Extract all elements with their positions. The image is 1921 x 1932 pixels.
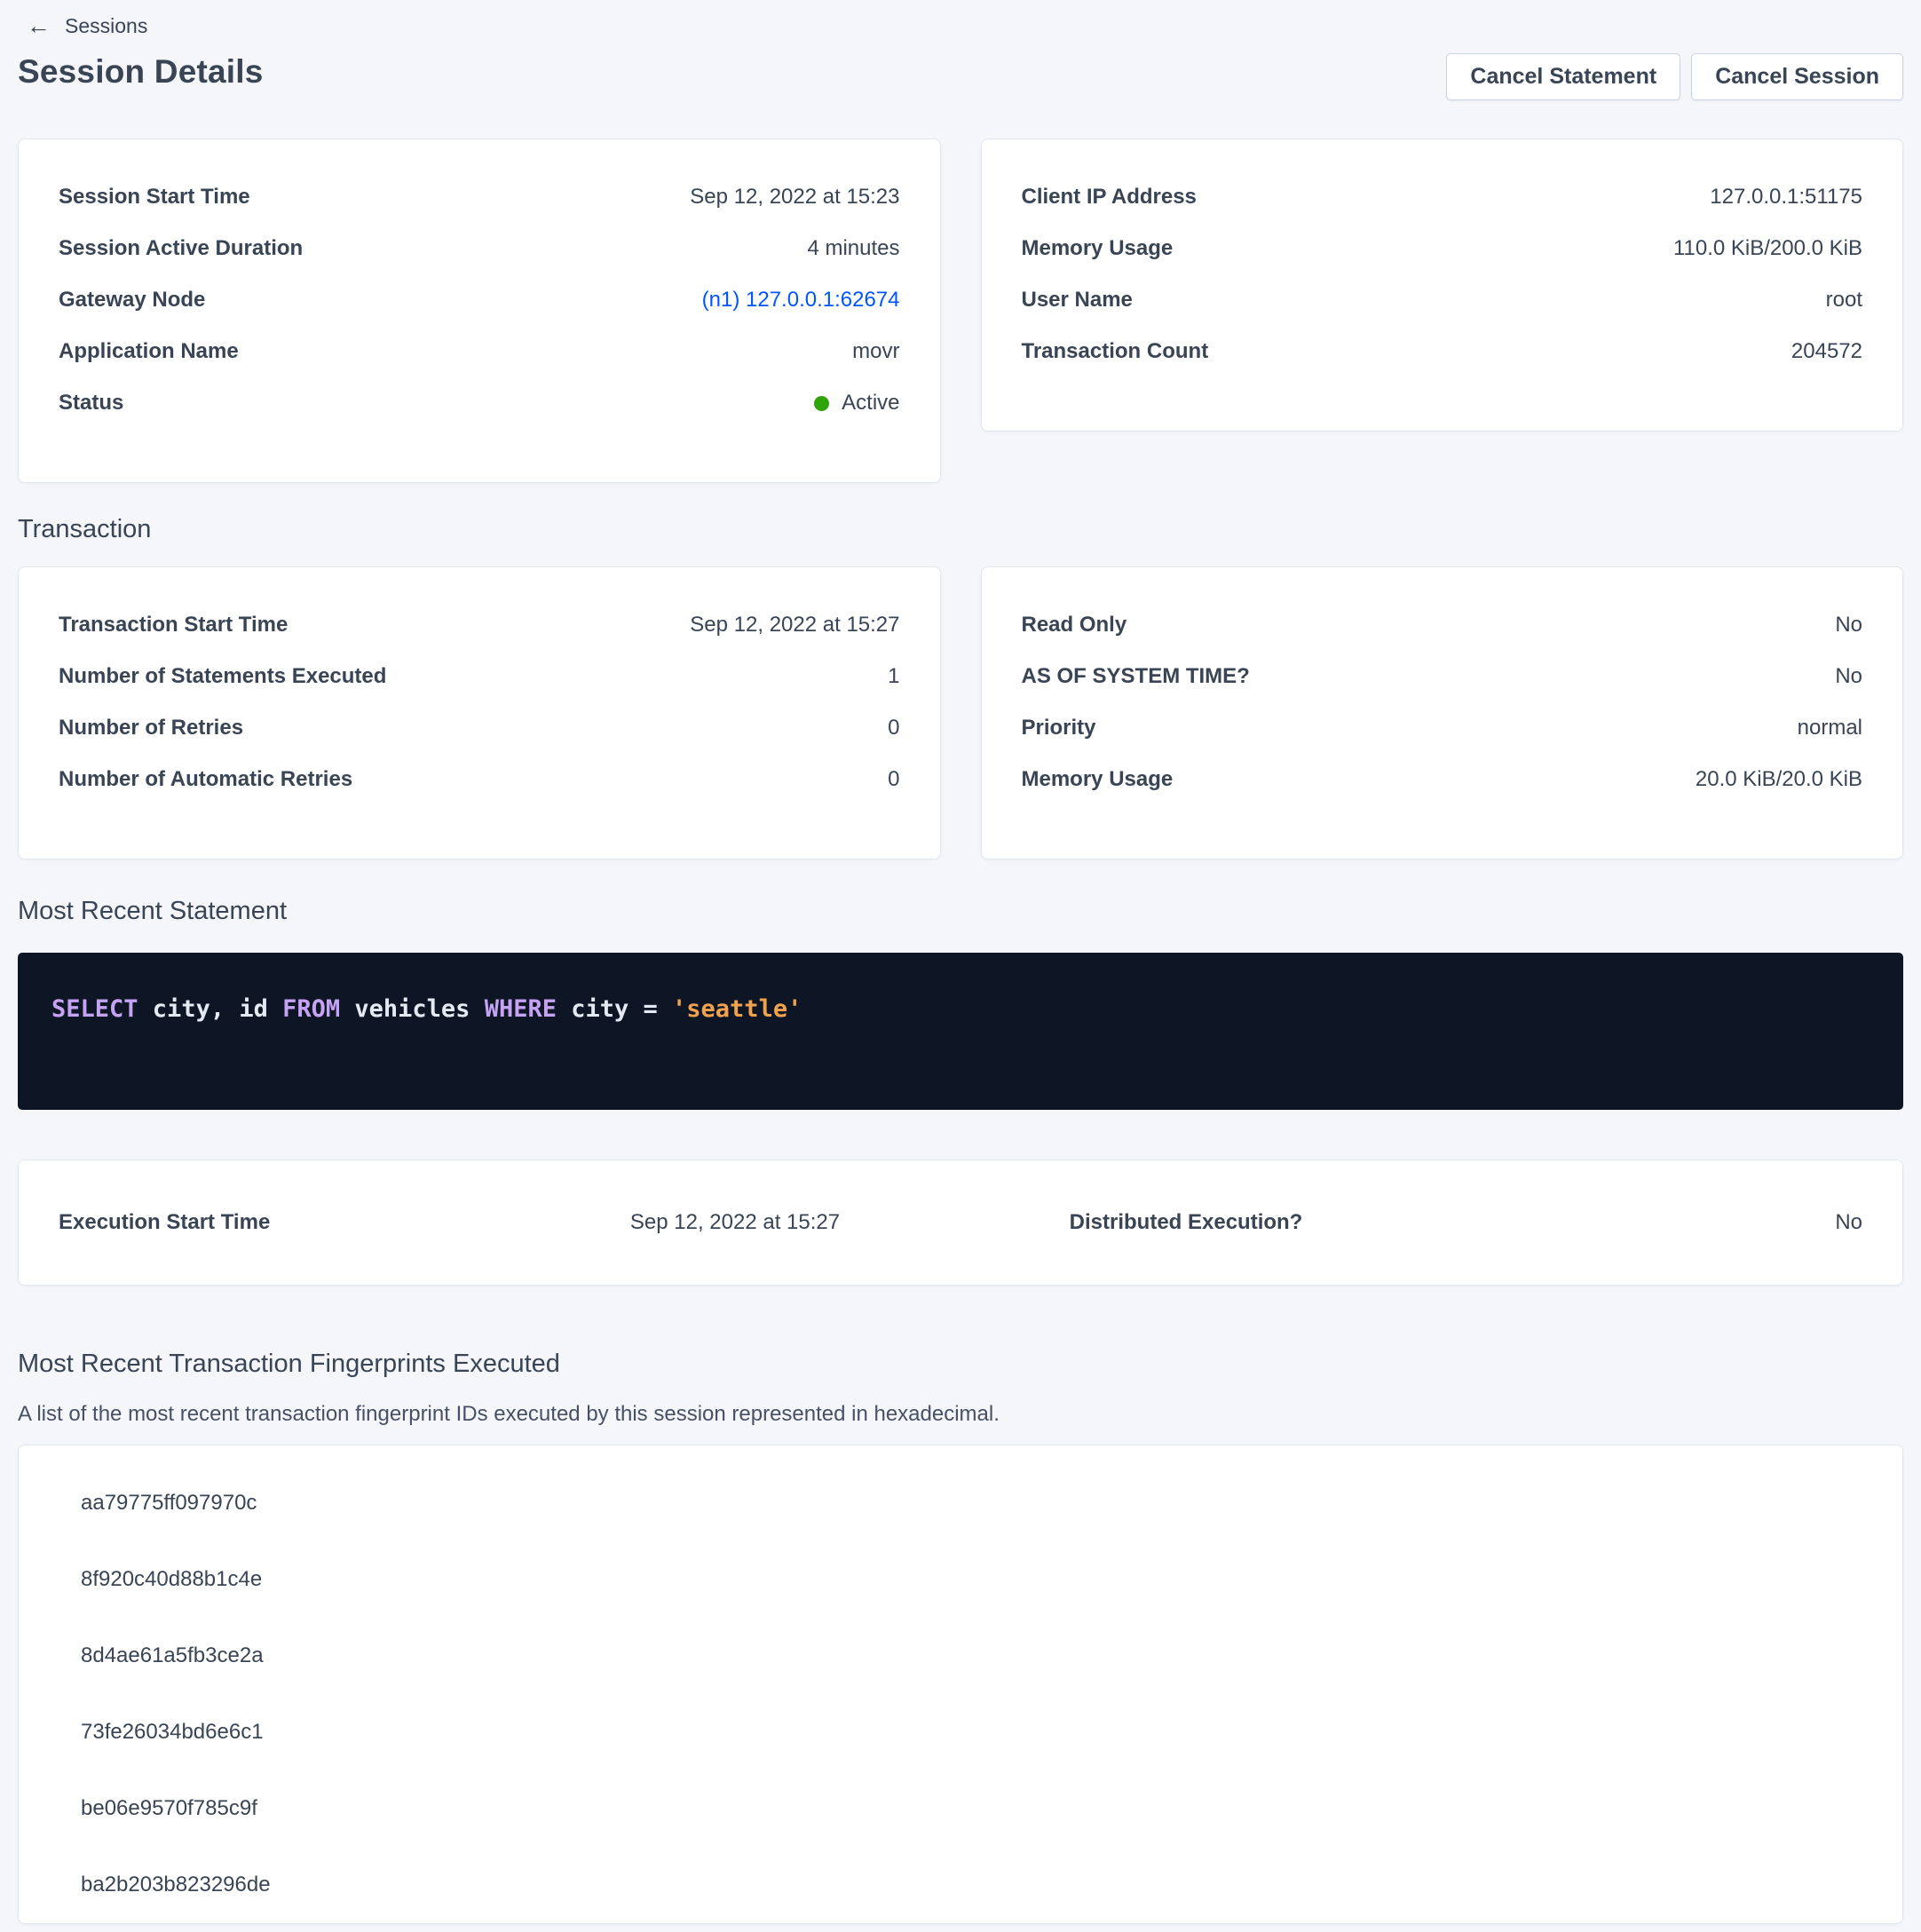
row-label: Status bbox=[59, 391, 123, 416]
summary-row-application-name: Application Name movr bbox=[59, 326, 900, 377]
summary-row-transaction-start-time: Transaction Start Time Sep 12, 2022 at 1… bbox=[59, 599, 900, 651]
most-recent-statement-heading: Most Recent Statement bbox=[18, 897, 1903, 926]
fingerprint-item: 8d4ae61a5fb3ce2a bbox=[59, 1618, 1862, 1694]
sql-string-literal: 'seattle' bbox=[672, 995, 802, 1023]
row-label: Application Name bbox=[59, 339, 239, 364]
fingerprint-item: ba2b203b823296de bbox=[59, 1847, 1862, 1923]
fingerprint-item: 73fe26034bd6e6c1 bbox=[59, 1694, 1862, 1770]
row-label: User Name bbox=[1022, 288, 1133, 313]
summary-row-memory-usage: Memory Usage 110.0 KiB/200.0 KiB bbox=[1022, 223, 1863, 274]
session-summary-section: Session Start Time Sep 12, 2022 at 15:23… bbox=[18, 139, 1903, 483]
row-value: 4 minutes bbox=[807, 236, 899, 261]
row-value: 1 bbox=[888, 664, 899, 689]
row-label: AS OF SYSTEM TIME? bbox=[1022, 664, 1250, 689]
header-actions: Cancel Statement Cancel Session bbox=[1446, 53, 1903, 100]
transaction-card-right: Read Only No AS OF SYSTEM TIME? No Prior… bbox=[981, 566, 1904, 859]
row-label: Gateway Node bbox=[59, 288, 205, 313]
row-value: normal bbox=[1798, 716, 1862, 740]
row-value: Sep 12, 2022 at 15:23 bbox=[690, 185, 899, 210]
transaction-card-left: Transaction Start Time Sep 12, 2022 at 1… bbox=[18, 566, 941, 859]
row-label: Read Only bbox=[1022, 613, 1127, 637]
cancel-session-button[interactable]: Cancel Session bbox=[1691, 53, 1903, 100]
row-value: Sep 12, 2022 at 15:27 bbox=[690, 613, 899, 637]
summary-row-session-active-duration: Session Active Duration 4 minutes bbox=[59, 223, 900, 274]
row-value: movr bbox=[852, 339, 899, 364]
row-value: 127.0.0.1:51175 bbox=[1710, 185, 1862, 210]
summary-row-user-name: User Name root bbox=[1022, 274, 1863, 326]
row-value: 204572 bbox=[1791, 339, 1862, 364]
status-value: Active bbox=[842, 391, 899, 416]
summary-row-read-only: Read Only No bbox=[1022, 599, 1863, 651]
row-label: Memory Usage bbox=[1022, 236, 1174, 261]
row-value: No bbox=[1835, 664, 1862, 689]
gateway-node-link[interactable]: (n1) 127.0.0.1:62674 bbox=[702, 288, 900, 313]
fingerprints-card: aa79775ff097970c 8f920c40d88b1c4e 8d4ae6… bbox=[18, 1445, 1903, 1924]
execution-summary-card: Execution Start Time Sep 12, 2022 at 15:… bbox=[18, 1160, 1903, 1286]
summary-row-status: Status Active bbox=[59, 377, 900, 429]
sql-keyword: SELECT bbox=[51, 995, 138, 1023]
status-active-dot-icon bbox=[814, 396, 829, 411]
sql-statement-box: SELECT city, id FROM vehicles WHERE city… bbox=[18, 953, 1903, 1110]
transaction-section-heading: Transaction bbox=[18, 515, 1903, 544]
fingerprint-item: be06e9570f785c9f bbox=[59, 1770, 1862, 1847]
row-value: 0 bbox=[888, 767, 899, 792]
summary-row-transaction-count: Transaction Count 204572 bbox=[1022, 326, 1863, 377]
row-label: Transaction Count bbox=[1022, 339, 1209, 364]
row-value: root bbox=[1826, 288, 1862, 313]
row-value: No bbox=[1835, 613, 1862, 637]
fingerprint-item: 8f920c40d88b1c4e bbox=[59, 1541, 1862, 1618]
page-header: Session Details Cancel Statement Cancel … bbox=[18, 53, 1903, 100]
row-label: Number of Statements Executed bbox=[59, 664, 386, 689]
fingerprint-item: aa79775ff097970c bbox=[59, 1465, 1862, 1541]
summary-row-as-of-system-time: AS OF SYSTEM TIME? No bbox=[1022, 651, 1863, 702]
execution-start-time-label: Execution Start Time bbox=[59, 1210, 510, 1235]
row-label: Session Active Duration bbox=[59, 236, 303, 261]
execution-start-time-value: Sep 12, 2022 at 15:27 bbox=[510, 1210, 960, 1235]
session-summary-card-right: Client IP Address 127.0.0.1:51175 Memory… bbox=[981, 139, 1904, 432]
sql-keyword: WHERE bbox=[485, 995, 557, 1023]
sql-text: vehicles bbox=[340, 995, 485, 1023]
summary-row-gateway-node: Gateway Node (n1) 127.0.0.1:62674 bbox=[59, 274, 900, 326]
fingerprints-section-heading: Most Recent Transaction Fingerprints Exe… bbox=[18, 1350, 1903, 1379]
row-value: 20.0 KiB/20.0 KiB bbox=[1696, 767, 1862, 792]
session-summary-card-left: Session Start Time Sep 12, 2022 at 15:23… bbox=[18, 139, 941, 483]
summary-row-retries: Number of Retries 0 bbox=[59, 702, 900, 754]
breadcrumb-label: Sessions bbox=[65, 14, 147, 38]
row-label: Transaction Start Time bbox=[59, 613, 288, 637]
summary-row-automatic-retries: Number of Automatic Retries 0 bbox=[59, 754, 900, 805]
transaction-section: Transaction Start Time Sep 12, 2022 at 1… bbox=[18, 566, 1903, 859]
sql-text: city = bbox=[557, 995, 672, 1023]
row-label: Memory Usage bbox=[1022, 767, 1174, 792]
cancel-statement-button[interactable]: Cancel Statement bbox=[1446, 53, 1680, 100]
row-label: Priority bbox=[1022, 716, 1096, 740]
row-label: Number of Automatic Retries bbox=[59, 767, 352, 792]
summary-row-priority: Priority normal bbox=[1022, 702, 1863, 754]
sql-text: city, id bbox=[138, 995, 283, 1023]
status-badge: Active bbox=[814, 391, 899, 416]
row-value: 0 bbox=[888, 716, 899, 740]
row-label: Client IP Address bbox=[1022, 185, 1197, 210]
summary-row-client-ip: Client IP Address 127.0.0.1:51175 bbox=[1022, 171, 1863, 223]
page-title: Session Details bbox=[18, 53, 264, 91]
fingerprints-description: A list of the most recent transaction fi… bbox=[18, 1402, 1903, 1427]
back-to-sessions-link[interactable]: ← Sessions bbox=[27, 11, 147, 41]
arrow-left-icon: ← bbox=[27, 14, 51, 38]
distributed-execution-value: No bbox=[1411, 1210, 1862, 1235]
summary-row-session-start-time: Session Start Time Sep 12, 2022 at 15:23 bbox=[59, 171, 900, 223]
distributed-execution-label: Distributed Execution? bbox=[960, 1210, 1411, 1235]
summary-row-txn-memory-usage: Memory Usage 20.0 KiB/20.0 KiB bbox=[1022, 754, 1863, 805]
row-label: Number of Retries bbox=[59, 716, 243, 740]
row-label: Session Start Time bbox=[59, 185, 250, 210]
summary-row-statements-executed: Number of Statements Executed 1 bbox=[59, 651, 900, 702]
sql-keyword: FROM bbox=[282, 995, 340, 1023]
row-value: 110.0 KiB/200.0 KiB bbox=[1673, 236, 1862, 261]
